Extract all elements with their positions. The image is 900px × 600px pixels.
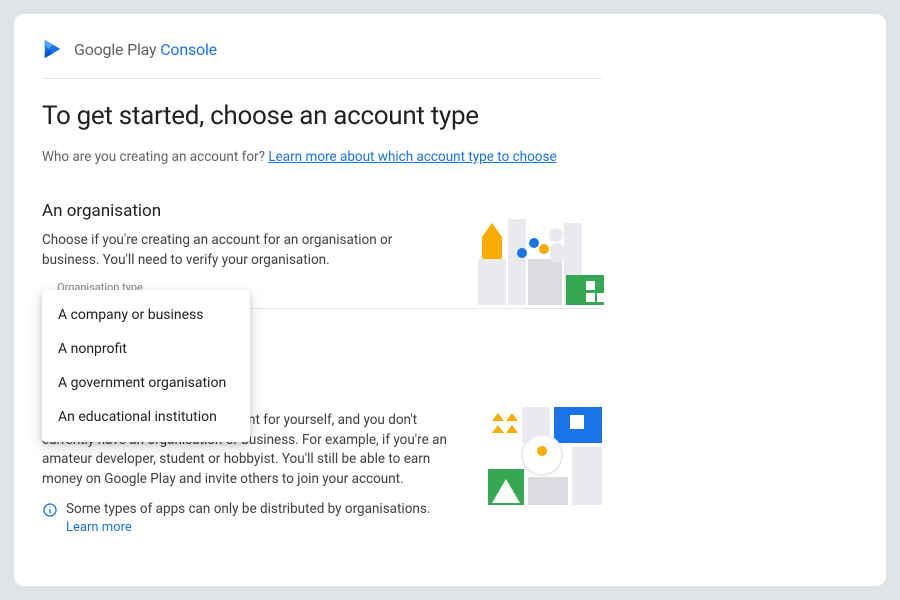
logo-row: Google Play Console <box>42 38 858 60</box>
logo-text-blue: Console <box>160 40 217 59</box>
yourself-info-text: Some types of apps can only be distribut… <box>66 501 430 517</box>
dropdown-item-educational[interactable]: An educational institution <box>42 400 250 434</box>
divider <box>42 78 602 79</box>
logo-text-gray: Google Play <box>74 40 160 59</box>
yourself-illustration <box>488 407 606 507</box>
main-card: Google Play Console To get started, choo… <box>14 14 886 586</box>
page-title: To get started, choose an account type <box>42 101 858 131</box>
organisation-title: An organisation <box>42 201 602 221</box>
dropdown-item-government[interactable]: A government organisation <box>42 366 250 400</box>
dropdown-item-nonprofit[interactable]: A nonprofit <box>42 332 250 366</box>
yourself-learn-more-link[interactable]: Learn more <box>66 520 602 535</box>
dropdown-menu: A company or business A nonprofit A gove… <box>42 290 250 442</box>
info-icon <box>42 502 58 518</box>
logo-text: Google Play Console <box>74 40 217 59</box>
section-organisation: An organisation Choose if you're creatin… <box>42 201 602 309</box>
learn-more-link[interactable]: Learn more about which account type to c… <box>268 149 556 165</box>
subtitle-text: Who are you creating an account for? <box>42 149 268 165</box>
organisation-desc: Choose if you're creating an account for… <box>42 231 452 270</box>
organisation-illustration <box>478 219 612 313</box>
dropdown-item-company[interactable]: A company or business <box>42 298 250 332</box>
google-play-console-icon <box>42 38 64 60</box>
subtitle: Who are you creating an account for? Lea… <box>42 149 858 165</box>
